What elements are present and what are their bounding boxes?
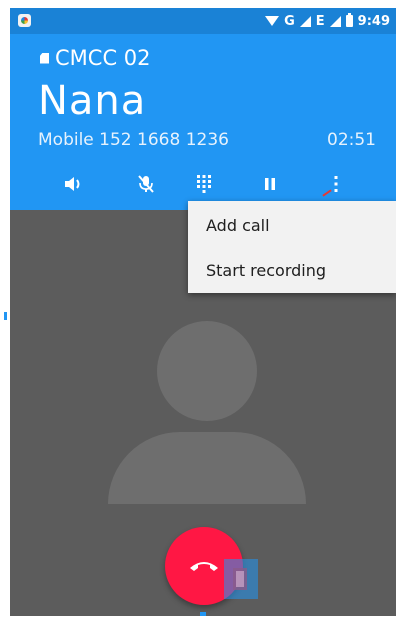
hold-icon	[265, 178, 275, 190]
status-bar: G E 9:49	[10, 8, 396, 34]
sim-row: CMCC 02	[40, 46, 151, 70]
menu-item-start-recording[interactable]: Start recording	[188, 248, 396, 292]
dialpad-button[interactable]	[187, 168, 221, 200]
call-header: CMCC 02 Nana Mobile 152 1668 1236 02:51	[10, 34, 396, 210]
sim-card-icon	[40, 52, 49, 64]
wifi-icon	[265, 16, 280, 26]
avatar-head	[157, 321, 257, 421]
nav-indicator	[200, 612, 206, 616]
more-options-icon	[334, 176, 338, 192]
hold-button[interactable]	[253, 168, 287, 200]
call-timer: 02:51	[327, 130, 376, 150]
menu-item-add-call[interactable]: Add call	[188, 203, 396, 247]
overflow-menu: Add call Start recording	[188, 201, 396, 293]
mute-button[interactable]	[129, 168, 163, 200]
network-e-label: E	[315, 13, 325, 29]
network-g-label: G	[284, 13, 295, 29]
signal-g-icon	[299, 15, 311, 27]
status-time: 9:49	[357, 13, 390, 29]
speaker-icon	[65, 177, 80, 191]
sim-label: CMCC 02	[55, 46, 151, 70]
status-icons: G E 9:49	[265, 12, 390, 30]
signal-e-icon	[329, 15, 341, 27]
app-notification-icon	[18, 14, 31, 27]
book-icon	[233, 568, 247, 590]
contact-name: Nana	[38, 78, 147, 124]
edge-marker	[4, 312, 7, 320]
battery-icon	[345, 13, 353, 27]
mute-icon	[138, 175, 154, 193]
avatar-body	[108, 432, 306, 504]
end-call-icon	[190, 562, 218, 571]
phone-number: Mobile 152 1668 1236	[38, 130, 229, 150]
call-controls	[10, 164, 396, 204]
floating-widget[interactable]	[224, 559, 258, 599]
phone-screen: G E 9:49 CMCC 02 Nana Mobile 152 1668 12…	[10, 8, 396, 616]
dialpad-icon	[197, 175, 211, 193]
speaker-button[interactable]	[56, 168, 90, 200]
